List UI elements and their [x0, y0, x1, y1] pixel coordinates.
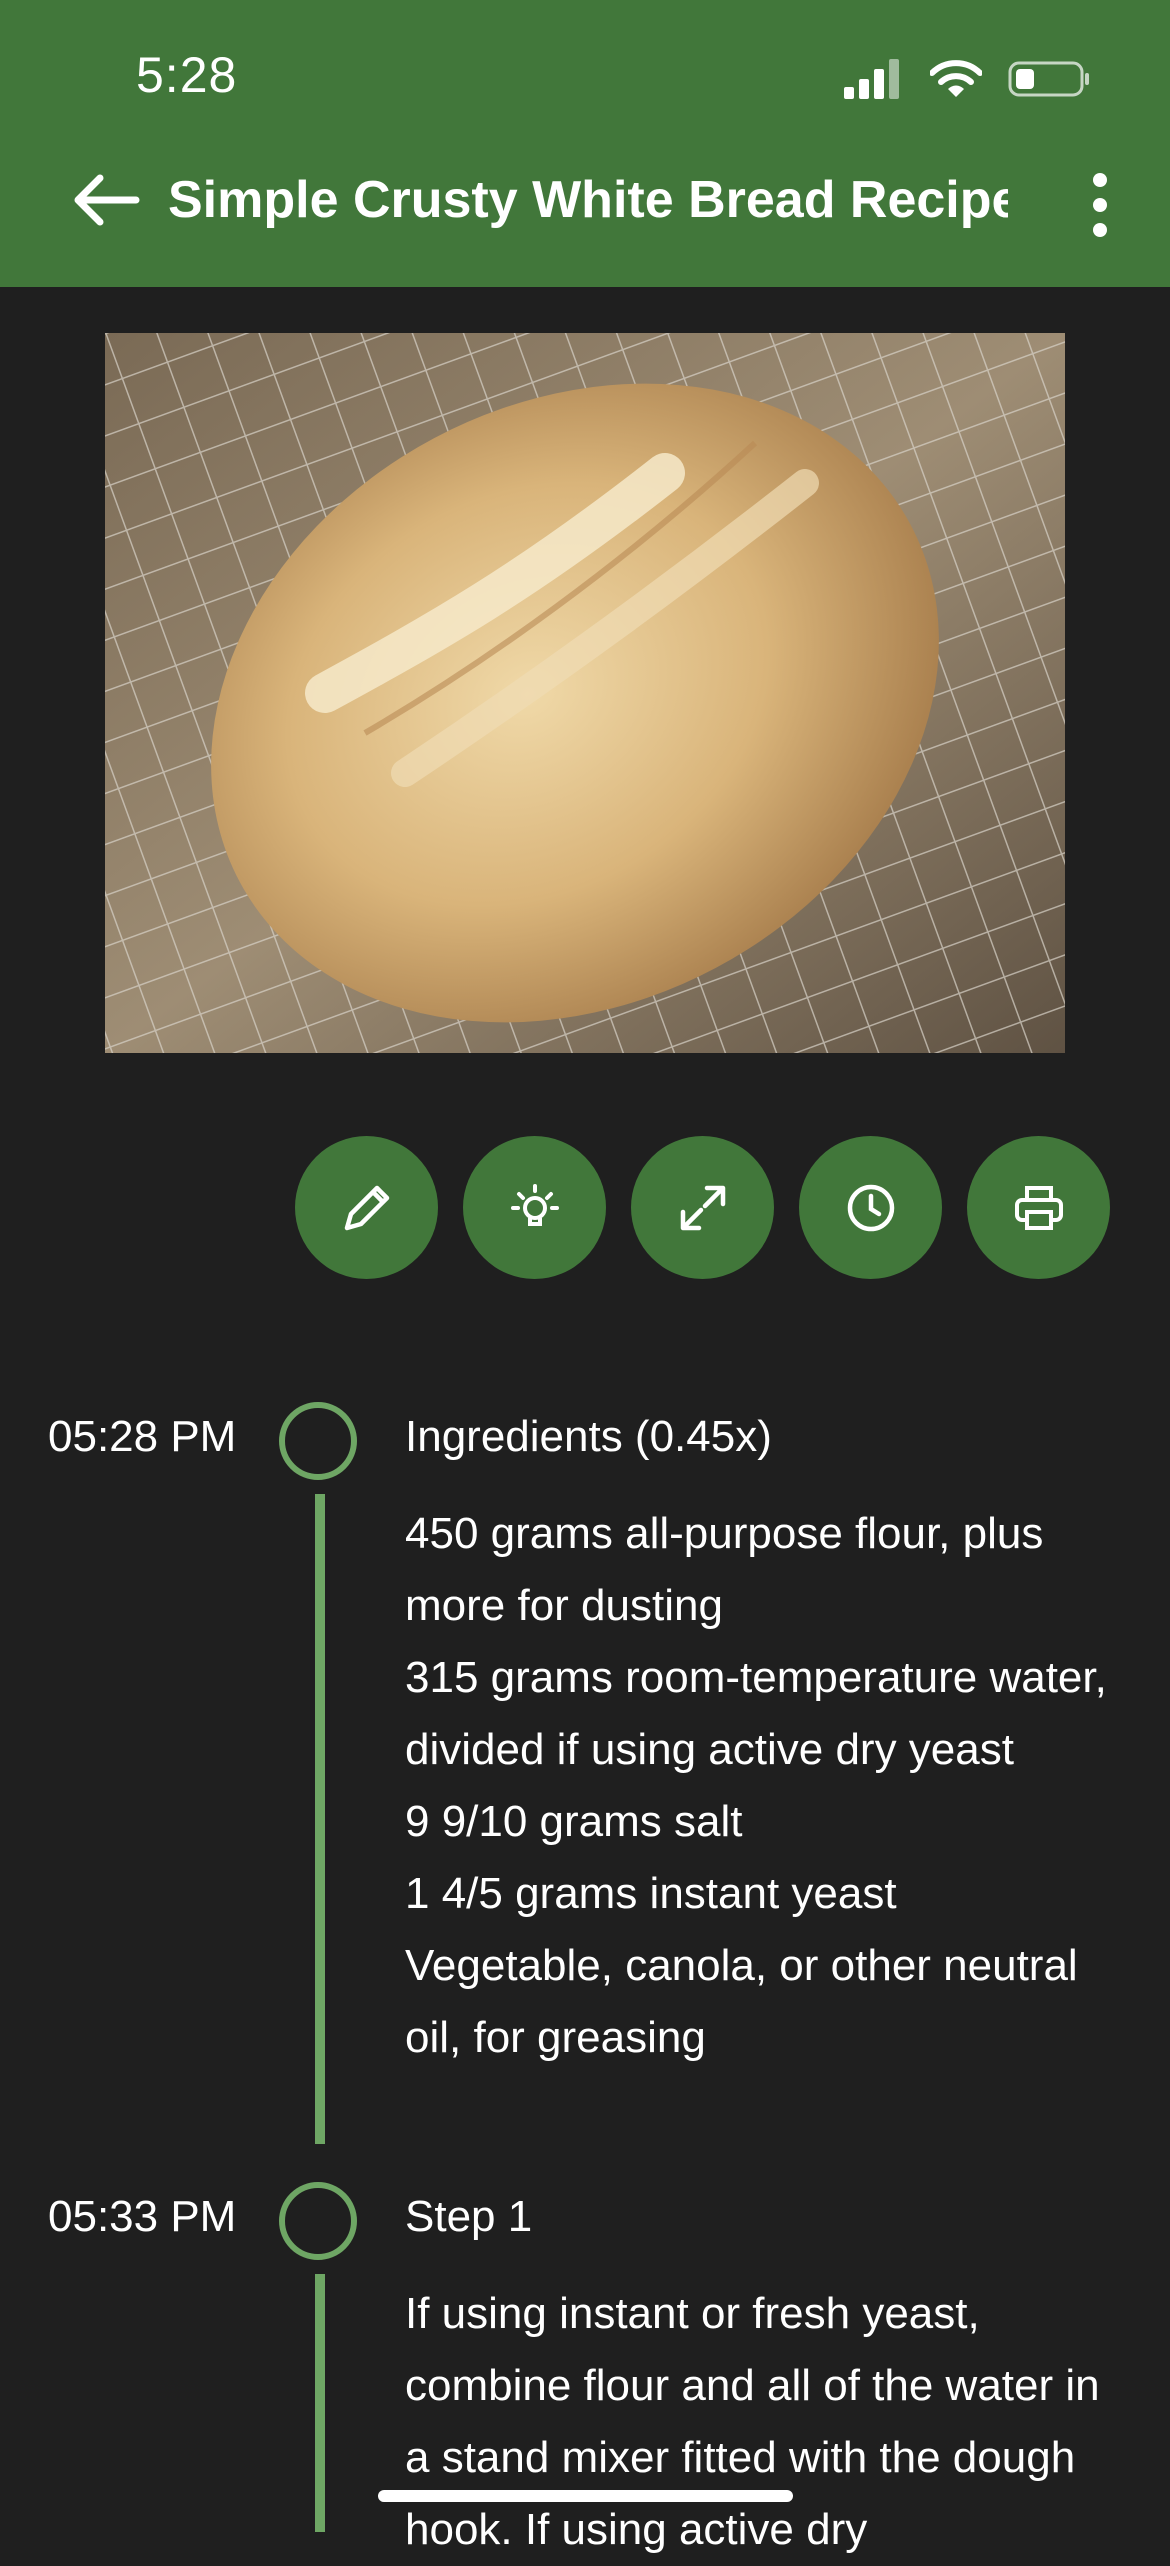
- timeline-connector: [315, 1494, 325, 2144]
- timeline-time: 05:33 PM: [48, 2192, 237, 2241]
- timeline-time: 05:28 PM: [48, 1412, 237, 1461]
- status-icons: [844, 54, 1090, 104]
- arrow-left-icon: [74, 174, 140, 226]
- more-vertical-icon: [1093, 173, 1107, 237]
- clock-icon: [847, 1184, 894, 1231]
- recipe-photo: [105, 333, 1065, 1053]
- bread-loaf-image: [105, 333, 1065, 1053]
- print-button[interactable]: [967, 1136, 1110, 1279]
- list-item: 9 9/10 grams salt: [405, 1797, 743, 1846]
- status-time: 5:28: [136, 47, 238, 103]
- list-item: 450 grams all-purpose flour, plus more f…: [405, 1509, 1044, 1630]
- list-item: 1 4/5 grams instant yeast: [405, 1869, 897, 1918]
- back-button[interactable]: [70, 170, 142, 230]
- printer-icon: [1014, 1185, 1063, 1230]
- fullscreen-button[interactable]: [631, 1136, 774, 1279]
- timeline-connector: [315, 2274, 325, 2532]
- battery-icon: [1008, 61, 1089, 97]
- timeline-step-marker[interactable]: [279, 1402, 357, 1480]
- timeline-step-marker[interactable]: [279, 2182, 357, 2260]
- edit-button[interactable]: [295, 1136, 438, 1279]
- timer-button[interactable]: [799, 1136, 942, 1279]
- step-text: If using instant or fresh yeast, combine…: [405, 2289, 1100, 2554]
- cellular-signal-icon: [844, 59, 899, 99]
- list-item: Vegetable, canola, or other neutral oil,…: [405, 1941, 1078, 2062]
- home-indicator[interactable]: [378, 2490, 793, 2502]
- page-title: Simple Crusty White Bread Recipe: [168, 171, 1008, 229]
- lightbulb-icon: [510, 1183, 559, 1226]
- expand-icon: [680, 1185, 725, 1230]
- app-header: 5:28 Simple Crusty White Bread Recipe: [0, 0, 1170, 287]
- tips-button[interactable]: [463, 1136, 606, 1279]
- ingredients-list: 450 grams all-purpose flour, plus more f…: [405, 1498, 1135, 2074]
- more-options-button[interactable]: [1070, 170, 1130, 240]
- wifi-icon: [930, 60, 982, 97]
- pencil-icon: [344, 1185, 389, 1230]
- ingredients-heading: Ingredients (0.45x): [405, 1412, 772, 1461]
- recipe-actions: [295, 1136, 1110, 1279]
- step-heading: Step 1: [405, 2192, 533, 2241]
- step-instructions: If using instant or fresh yeast, combine…: [405, 2278, 1135, 2566]
- list-item: 315 grams room-temperature water, divide…: [405, 1653, 1107, 1774]
